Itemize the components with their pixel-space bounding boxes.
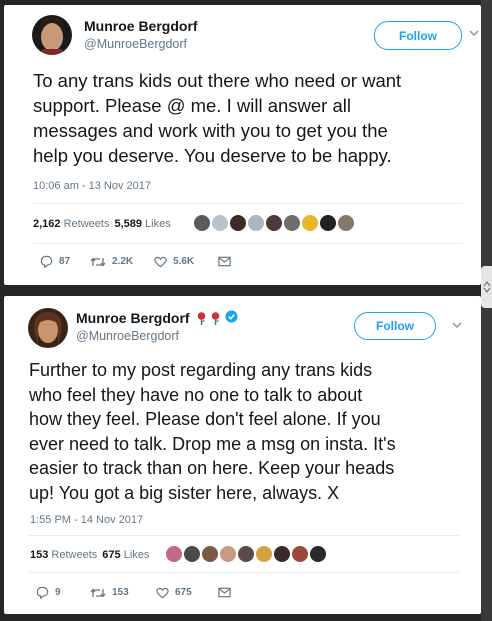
tweet-text: To any trans kids out there who need or …	[33, 68, 473, 168]
avatar[interactable]	[32, 15, 72, 55]
liker-avatars	[166, 546, 326, 562]
tweet-text-line: easier to track than on here. Keep your …	[29, 458, 395, 478]
tweet-card-1: Munroe Bergdorf @MunroeBergdorf Follow T…	[4, 5, 481, 285]
tweet-text: Further to my post regarding any trans k…	[29, 358, 475, 505]
tweet-text-line: support. Please @ me. I will answer all	[33, 95, 351, 116]
follow-button[interactable]: Follow	[354, 312, 436, 340]
avatar[interactable]	[248, 215, 264, 231]
divider	[29, 535, 459, 536]
likes-stat[interactable]: 5,589 Likes	[114, 218, 170, 230]
tweet-text-line: Further to my post regarding any trans k…	[29, 360, 373, 380]
tweet-actions: 87 2.2K 5.6K	[40, 255, 231, 268]
tweet-text-line: ever need to talk. Drop me a msg on inst…	[29, 433, 396, 454]
retweet-icon	[90, 256, 106, 267]
avatar[interactable]	[302, 215, 318, 231]
like-button[interactable]: 675	[156, 587, 218, 599]
display-name[interactable]: Munroe Bergdorf	[84, 18, 198, 34]
display-name[interactable]: Munroe Bergdorf	[76, 310, 238, 326]
engagement-stats: 153 Retweets 675 Likes	[30, 549, 149, 561]
user-handle[interactable]: @MunroeBergdorf	[76, 329, 179, 343]
like-button[interactable]: 5.6K	[154, 256, 218, 268]
heart-icon	[156, 587, 169, 598]
reply-icon	[40, 255, 53, 268]
envelope-icon	[218, 256, 231, 267]
retweets-stat[interactable]: 153 Retweets	[30, 549, 97, 561]
tweet-text-line: messages and work with you to get you th…	[33, 120, 388, 141]
avatar[interactable]	[266, 215, 282, 231]
engagement-stats: 2,162 Retweets 5,589 Likes	[33, 218, 171, 230]
reply-button[interactable]: 87	[40, 255, 90, 268]
avatar[interactable]	[256, 546, 272, 562]
retweet-button[interactable]: 2.2K	[90, 256, 154, 268]
rose-emoji	[196, 311, 221, 325]
tweet-text-line: up! You got a big sister here, always. X	[29, 482, 340, 503]
avatar[interactable]	[238, 546, 254, 562]
avatar[interactable]	[166, 546, 182, 562]
avatar[interactable]	[320, 215, 336, 231]
message-button[interactable]	[218, 256, 231, 267]
avatar[interactable]	[230, 215, 246, 231]
tweet-text-line: how they feel. Please don't feel alone. …	[29, 409, 381, 429]
avatar[interactable]	[274, 546, 290, 562]
likes-stat[interactable]: 675 Likes	[102, 549, 149, 561]
retweet-icon	[90, 587, 106, 598]
tweet-text-line: help you deserve. You deserve to be happ…	[33, 145, 392, 166]
scrollbar-handle[interactable]	[481, 266, 492, 308]
tweet-text-line: To any trans kids out there who need or …	[33, 70, 402, 91]
heart-icon	[154, 256, 167, 267]
divider	[29, 572, 459, 573]
tweet-actions: 9 153 675	[36, 586, 231, 599]
message-button[interactable]	[218, 587, 231, 598]
avatar[interactable]	[212, 215, 228, 231]
chevron-down-icon[interactable]	[452, 318, 462, 332]
avatar[interactable]	[184, 546, 200, 562]
timestamp[interactable]: 10:06 am - 13 Nov 2017	[33, 180, 151, 192]
reply-icon	[36, 586, 49, 599]
user-handle[interactable]: @MunroeBergdorf	[84, 37, 187, 51]
avatar[interactable]	[310, 546, 326, 562]
avatar[interactable]	[338, 215, 354, 231]
avatar[interactable]	[292, 546, 308, 562]
follow-button[interactable]: Follow	[374, 21, 462, 50]
avatar[interactable]	[202, 546, 218, 562]
retweets-stat[interactable]: 2,162 Retweets	[33, 218, 109, 230]
scrollbar-track[interactable]	[481, 0, 492, 621]
tweet-text-line: who feel they have no one to talk to abo…	[29, 384, 363, 405]
avatar[interactable]	[284, 215, 300, 231]
tweet-card-2: Munroe Bergdorf @MunroeBergdorf Follow F…	[4, 296, 481, 614]
liker-avatars	[194, 215, 354, 231]
timestamp[interactable]: 1:55 PM - 14 Nov 2017	[30, 514, 143, 526]
avatar[interactable]	[28, 308, 68, 348]
chevron-down-icon[interactable]	[469, 26, 479, 40]
avatar[interactable]	[220, 546, 236, 562]
verified-icon	[225, 310, 238, 326]
divider	[33, 203, 463, 204]
reply-button[interactable]: 9	[36, 586, 90, 599]
avatar[interactable]	[194, 215, 210, 231]
retweet-button[interactable]: 153	[90, 587, 156, 599]
envelope-icon	[218, 587, 231, 598]
divider	[33, 243, 463, 244]
